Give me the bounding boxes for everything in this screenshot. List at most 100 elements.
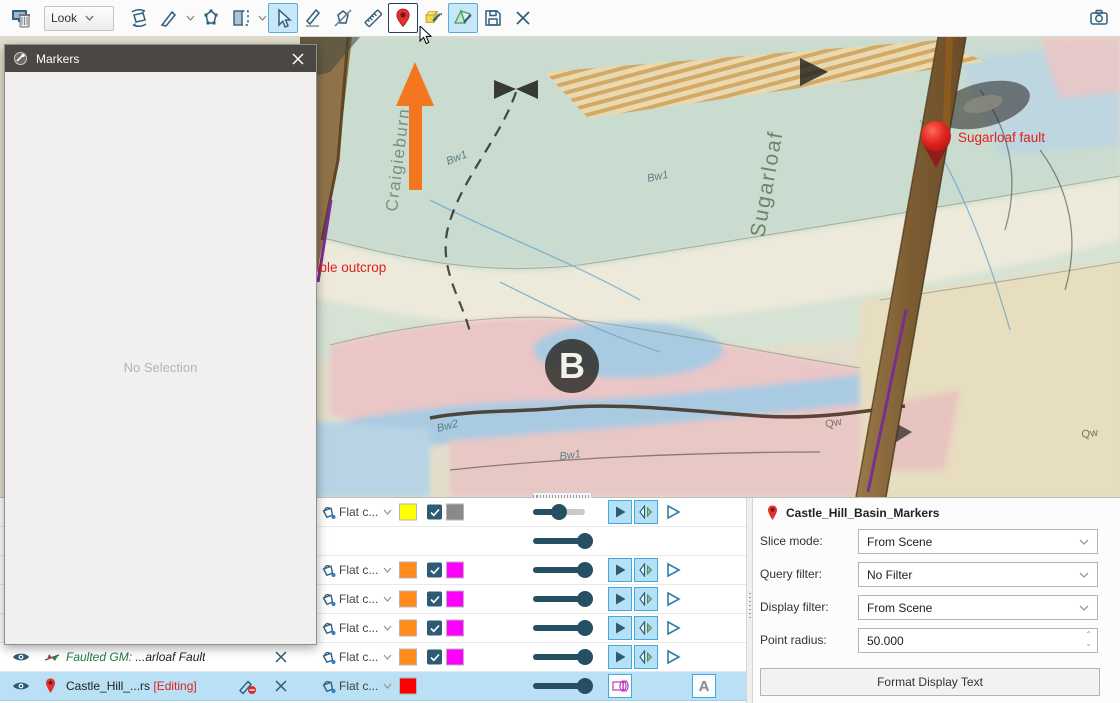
- play-button[interactable]: [608, 587, 632, 611]
- legend-checkbox[interactable]: [427, 505, 442, 520]
- markers-empty-state: No Selection: [5, 360, 316, 375]
- chevron-down-icon: [186, 15, 195, 21]
- draw-slicer-tool[interactable]: [154, 3, 184, 33]
- opacity-slider[interactable]: [533, 504, 585, 520]
- remove-from-scene-button[interactable]: [274, 650, 288, 664]
- look-dropdown[interactable]: Look: [44, 6, 114, 31]
- legend-checkbox[interactable]: [427, 650, 442, 665]
- shading-mode-dropdown[interactable]: Flat c...: [339, 621, 392, 635]
- play-outline-icon: [665, 649, 681, 665]
- marker-label-sugarloaf-fault: Sugarloaf fault: [958, 130, 1045, 145]
- shading-mode-dropdown[interactable]: Flat c...: [339, 650, 392, 664]
- polygon-tool[interactable]: [196, 3, 226, 33]
- flip-faces-icon: [638, 563, 654, 577]
- play-button[interactable]: [608, 645, 632, 669]
- visibility-eye-icon[interactable]: [12, 651, 30, 663]
- format-display-text-button[interactable]: Format Display Text: [760, 668, 1100, 696]
- play-button[interactable]: [608, 500, 632, 524]
- map-b-symbol: B: [545, 339, 599, 393]
- legend-checkbox[interactable]: [427, 563, 442, 578]
- legend-checkbox[interactable]: [427, 592, 442, 607]
- flip-faces-button[interactable]: [634, 500, 658, 524]
- save-button[interactable]: [478, 3, 508, 33]
- format-text-button[interactable]: A: [692, 674, 716, 698]
- slice-box-tool[interactable]: [226, 3, 256, 33]
- play-outline-button[interactable]: [661, 500, 685, 524]
- ruler-tool[interactable]: [358, 3, 388, 33]
- marker-pin-tool[interactable]: [388, 3, 418, 33]
- color-swatch[interactable]: [399, 678, 417, 695]
- opacity-slider[interactable]: [533, 620, 585, 636]
- secondary-color-swatch[interactable]: [446, 649, 464, 666]
- clear-scene-button[interactable]: [6, 3, 36, 33]
- query-filter-dropdown[interactable]: No Filter: [858, 562, 1098, 587]
- opacity-slider[interactable]: [533, 591, 585, 607]
- markers-window: Markers No Selection: [4, 44, 317, 645]
- display-filter-dropdown[interactable]: From Scene: [858, 595, 1098, 620]
- flip-faces-icon: [638, 592, 654, 606]
- chevron-down-icon: [85, 15, 94, 21]
- opacity-slider[interactable]: [533, 533, 585, 549]
- play-outline-button[interactable]: [661, 587, 685, 611]
- slice-mode-label: Slice mode:: [760, 534, 823, 548]
- secondary-color-swatch[interactable]: [446, 591, 464, 608]
- shading-mode-dropdown[interactable]: Flat c...: [339, 505, 392, 519]
- marker-properties-panel: Castle_Hill_Basin_Markers Slice mode: Fr…: [753, 498, 1120, 703]
- flip-faces-button[interactable]: [634, 558, 658, 582]
- shading-mode-dropdown[interactable]: Flat c...: [339, 592, 392, 606]
- stop-editing-button[interactable]: [238, 678, 257, 695]
- flip-faces-button[interactable]: [634, 587, 658, 611]
- camera-button[interactable]: [1084, 3, 1114, 33]
- opacity-slider[interactable]: [533, 678, 585, 694]
- slice-box-dropdown[interactable]: [256, 4, 268, 32]
- remove-from-scene-button[interactable]: [274, 679, 288, 693]
- edit-mesh-tool[interactable]: [448, 3, 478, 33]
- draw-slicer-dropdown[interactable]: [184, 4, 196, 32]
- slice-mode-dropdown[interactable]: From Scene: [858, 529, 1098, 554]
- color-swatch[interactable]: [399, 591, 417, 608]
- shading-mode-dropdown[interactable]: Flat c...: [339, 679, 392, 693]
- play-button[interactable]: [608, 558, 632, 582]
- close-edit-button[interactable]: [508, 3, 538, 33]
- markers-window-titlebar[interactable]: Markers: [5, 45, 316, 72]
- texture-button[interactable]: [608, 674, 632, 698]
- play-button[interactable]: [608, 616, 632, 640]
- polygon-slash-tool[interactable]: [328, 3, 358, 33]
- query-filter-label: Query filter:: [760, 567, 822, 581]
- play-outline-button[interactable]: [661, 616, 685, 640]
- legend-checkbox[interactable]: [427, 621, 442, 636]
- rotate-plane-tool[interactable]: [124, 3, 154, 33]
- shape-name: Faulted GM: ...arloaf Fault: [66, 650, 205, 664]
- opacity-slider[interactable]: [533, 649, 585, 665]
- shape-row-castle-hill-markers[interactable]: Castle_Hill_...rs [Editing] Flat c... A: [0, 672, 746, 701]
- chevron-down-icon: [383, 596, 392, 602]
- play-outline-icon: [665, 591, 681, 607]
- color-swatch[interactable]: [399, 649, 417, 666]
- play-outline-button[interactable]: [661, 645, 685, 669]
- markers-window-close-button[interactable]: [288, 49, 308, 69]
- select-tool[interactable]: [268, 3, 298, 33]
- play-outline-button[interactable]: [661, 558, 685, 582]
- flip-faces-button[interactable]: [634, 645, 658, 669]
- color-swatch[interactable]: [399, 620, 417, 637]
- draw-line-tool[interactable]: [298, 3, 328, 33]
- chevron-down-icon: [383, 509, 392, 515]
- spinner-arrows[interactable]: ⌃⌄: [1085, 631, 1092, 648]
- visibility-eye-icon[interactable]: [12, 680, 30, 692]
- color-swatch[interactable]: [399, 504, 417, 521]
- secondary-color-swatch[interactable]: [446, 562, 464, 579]
- chevron-down-icon: [1079, 605, 1089, 611]
- shape-row-faulted-gm[interactable]: Faulted GM: ...arloaf Fault Flat c...: [0, 643, 746, 672]
- color-swatch[interactable]: [399, 562, 417, 579]
- play-icon: [613, 592, 627, 606]
- opacity-slider[interactable]: [533, 562, 585, 578]
- point-radius-input[interactable]: 50.000 ⌃⌄: [858, 628, 1098, 653]
- secondary-color-swatch[interactable]: [446, 504, 464, 521]
- shading-mode-dropdown[interactable]: Flat c...: [339, 563, 392, 577]
- play-outline-icon: [665, 504, 681, 520]
- secondary-color-swatch[interactable]: [446, 620, 464, 637]
- point-radius-label: Point radius:: [760, 633, 827, 647]
- flip-faces-button[interactable]: [634, 616, 658, 640]
- panel-splitter[interactable]: [746, 498, 753, 703]
- play-outline-icon: [665, 620, 681, 636]
